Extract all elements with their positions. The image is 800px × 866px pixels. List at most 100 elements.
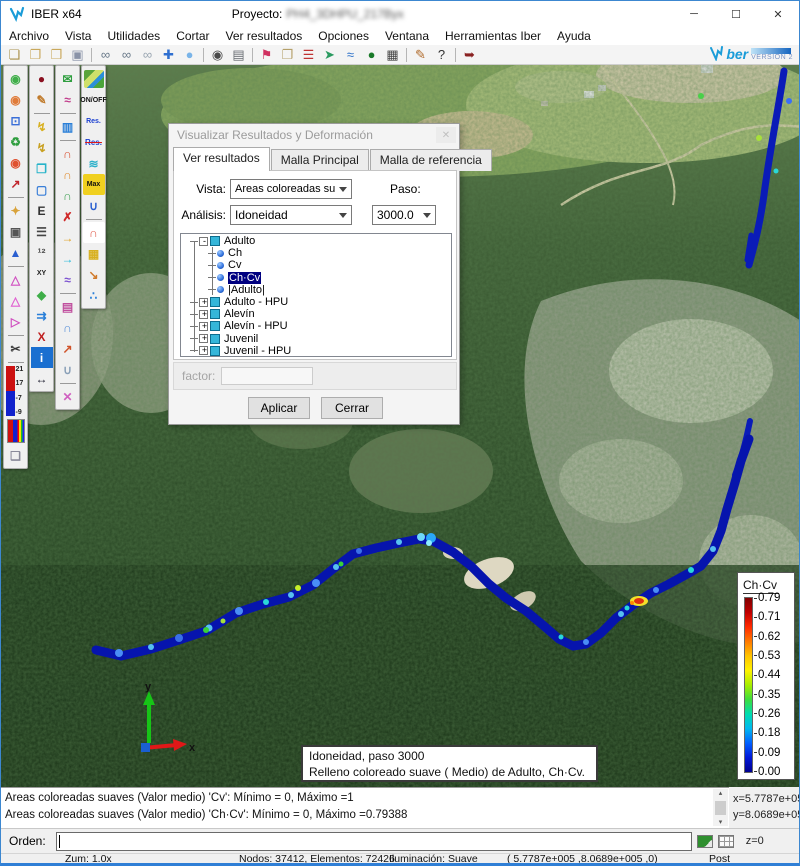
tab-malla-referencia[interactable]: Malla de referencia	[370, 149, 492, 171]
scissors-icon[interactable]: ✂	[5, 338, 27, 359]
tree-expander-icon[interactable]	[199, 237, 208, 246]
max-values-icon[interactable]: Max	[83, 174, 105, 195]
tree-item[interactable]: Ch	[181, 247, 451, 259]
scroll-up-icon[interactable]: ▴	[719, 789, 723, 797]
terrain-map-icon[interactable]	[84, 70, 104, 88]
tab-malla-principal[interactable]: Malla Principal	[271, 149, 369, 171]
columns-icon[interactable]: ▥	[57, 116, 79, 137]
zoom-in-glasses-icon[interactable]: ∞	[95, 46, 116, 64]
layers-book-icon[interactable]: ❐	[31, 158, 53, 179]
grid-yellow-icon[interactable]: ▦	[83, 243, 105, 264]
zoom-out-glasses-icon[interactable]: ∞	[116, 46, 137, 64]
curve-graph-icon[interactable]: ∩	[83, 222, 105, 243]
wand-1-icon[interactable]: ↯	[31, 116, 53, 137]
zoom-sphere-icon[interactable]: ●	[179, 46, 200, 64]
contour-lines-icon[interactable]: ∩	[57, 164, 79, 185]
rocket-icon[interactable]: ↗	[57, 338, 79, 359]
scroll-thumb[interactable]	[715, 801, 726, 815]
animation-film-icon[interactable]: ▦	[382, 46, 403, 64]
stripes-icon[interactable]: ▤	[57, 296, 79, 317]
tree-expander-icon[interactable]	[199, 346, 208, 355]
results-fan-icon[interactable]: ⚑	[256, 46, 277, 64]
clip-frame-icon[interactable]: ▣	[5, 221, 27, 242]
close-button[interactable]: ✕	[757, 1, 799, 27]
tree-item[interactable]: |Adulto|	[181, 284, 451, 296]
menu-item[interactable]: Utilidades	[99, 28, 168, 44]
edit-pencil-icon[interactable]: ✎	[31, 89, 53, 110]
exit-door-icon[interactable]: ➥	[459, 46, 480, 64]
duct-icon[interactable]: ∪	[57, 359, 79, 380]
tree-expander-icon[interactable]	[199, 334, 208, 343]
annotate-note-icon[interactable]: ❑	[5, 445, 27, 466]
numbering-icon[interactable]: ¹²	[31, 242, 53, 263]
dimension-icon[interactable]: E	[31, 200, 53, 221]
contour-fill-icon[interactable]: ∩	[57, 143, 79, 164]
layers-stack-icon[interactable]: ≋	[83, 153, 105, 174]
pages-icon[interactable]: ❐	[277, 46, 298, 64]
stream-arrow-icon[interactable]: ↘	[83, 264, 105, 285]
vista-select[interactable]: Areas coloreadas suav	[230, 179, 352, 199]
tree-item[interactable]: Adulto - HPU	[181, 296, 451, 308]
selection-frame-icon[interactable]: ▢	[31, 179, 53, 200]
menu-item[interactable]: Vista	[57, 28, 99, 44]
rainbow-band-icon[interactable]: ≈	[57, 269, 79, 290]
menu-item[interactable]: Cortar	[168, 28, 217, 44]
contour-limits-icon[interactable]: 21 17 -7 -9	[5, 365, 27, 417]
render-mode-icon[interactable]	[697, 835, 713, 848]
command-input[interactable]	[56, 832, 692, 851]
list-lines-icon[interactable]: ☰	[31, 221, 53, 242]
dialog-close-icon[interactable]: ✕	[436, 127, 456, 143]
tree-item[interactable]: Juvenil - HPU	[181, 345, 451, 357]
xy-axes-icon[interactable]: XY	[31, 263, 53, 284]
measure-points-icon[interactable]: ↔	[31, 368, 53, 389]
redraw-icon[interactable]: ♻	[5, 131, 27, 152]
tree-expander-icon[interactable]	[199, 310, 208, 319]
preview-chart-icon[interactable]: ▲	[5, 242, 27, 263]
wand-2-icon[interactable]: ↯	[31, 137, 53, 158]
graph-xy-icon[interactable]: ✕	[57, 386, 79, 407]
menu-item[interactable]: Herramientas Iber	[437, 28, 549, 44]
terrain-onoff-icon[interactable]: ON/OFF	[83, 90, 105, 111]
help-icon[interactable]: ?	[431, 46, 452, 64]
contour-thin-icon[interactable]: ∩	[57, 185, 79, 206]
zoom-in-lens-icon[interactable]: ◉	[5, 68, 27, 89]
eraser-icon[interactable]: ◆	[31, 284, 53, 305]
no-results-icon[interactable]: Res.	[83, 132, 105, 153]
menu-item[interactable]: Archivo	[1, 28, 57, 44]
pan-icon[interactable]: ✚	[158, 46, 179, 64]
tree-item[interactable]: Cv	[181, 259, 451, 271]
import-project-icon[interactable]: ❒	[46, 46, 67, 64]
path-arrows-icon[interactable]: ⇉	[31, 305, 53, 326]
maximize-button[interactable]: ☐	[715, 1, 757, 27]
tree-item[interactable]: Adulto	[181, 235, 451, 247]
results-arrow-icon[interactable]: ➤	[319, 46, 340, 64]
vectors-cyan-icon[interactable]: →	[57, 248, 79, 269]
tree-item[interactable]: Alevín - HPU	[181, 320, 451, 332]
rotate-view-icon[interactable]: ↗	[5, 173, 27, 194]
save-icon[interactable]: ▣	[67, 46, 88, 64]
tree-item[interactable]: Juvenil	[181, 333, 451, 345]
cerrar-button[interactable]: Cerrar	[321, 397, 383, 419]
graph-results-icon[interactable]: ≈	[57, 89, 79, 110]
zoom-dynamic-glasses-icon[interactable]: ∞	[137, 46, 158, 64]
render-lighting-icon[interactable]: ◉	[5, 152, 27, 173]
paso-select[interactable]: 3000.0	[372, 205, 436, 225]
tree-item[interactable]: Ch·Cv	[181, 272, 451, 284]
aplicar-button[interactable]: Aplicar	[248, 397, 310, 419]
new-project-icon[interactable]: ❏	[4, 46, 25, 64]
print-icon[interactable]: ▤	[228, 46, 249, 64]
xmax-xmin-icon[interactable]: X	[31, 326, 53, 347]
info-icon[interactable]: i	[31, 347, 53, 368]
graph-window-icon[interactable]: ≈	[340, 46, 361, 64]
menu-item[interactable]: Opciones	[310, 28, 377, 44]
zoom-frame-icon[interactable]: ⊡	[5, 110, 27, 131]
perspective-icon[interactable]: △	[5, 269, 27, 290]
zoom-out-lens-icon[interactable]: ◉	[5, 89, 27, 110]
open-project-icon[interactable]: ❐	[25, 46, 46, 64]
layers-icon[interactable]: ☰	[298, 46, 319, 64]
light-source-icon[interactable]: ✦	[5, 200, 27, 221]
helmet-contour-icon[interactable]: ∩	[57, 317, 79, 338]
menu-item[interactable]: Ayuda	[549, 28, 599, 44]
section-u-icon[interactable]: ∪	[83, 195, 105, 216]
material-dot-icon[interactable]: ●	[31, 68, 53, 89]
